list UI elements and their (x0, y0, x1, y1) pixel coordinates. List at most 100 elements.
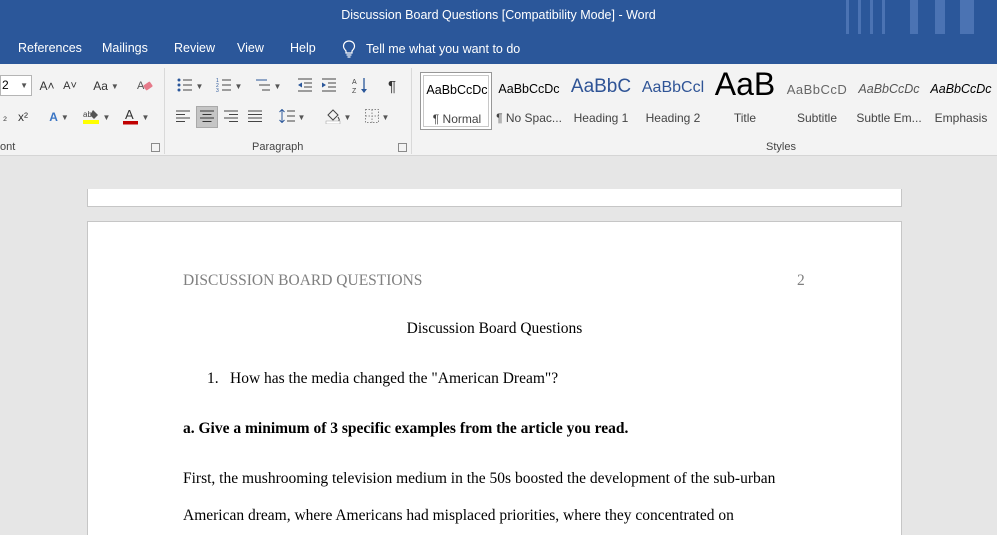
tell-me-label: Tell me what you want to do (366, 42, 521, 56)
line-spacing-button[interactable]: ▼ (276, 106, 308, 128)
paragraph-dialog-launcher[interactable] (398, 143, 407, 152)
style-name: Emphasis (934, 111, 988, 125)
grow-font-label: A˄ (39, 79, 55, 93)
justify-icon (248, 110, 262, 125)
tab-review[interactable]: Review (174, 41, 215, 55)
font-color-button[interactable]: A ▼ (118, 106, 152, 128)
borders-icon (364, 108, 379, 126)
superscript-button[interactable]: x² (14, 106, 32, 128)
chevron-down-icon: ▼ (297, 112, 306, 122)
justify-button[interactable] (244, 106, 266, 128)
chevron-down-icon: ▼ (343, 112, 352, 122)
eraser-icon: A (137, 77, 153, 96)
style-heading-2[interactable]: AaBbCcl Heading 2 (637, 72, 709, 130)
tab-mailings[interactable]: Mailings (102, 41, 148, 55)
style-subtle-emphasis[interactable]: AaBbCcDc Subtle Em... (853, 72, 925, 130)
svg-text:3: 3 (216, 88, 219, 92)
chevron-down-icon: ▼ (234, 81, 243, 91)
tab-references[interactable]: References (18, 41, 82, 55)
numbering-button[interactable]: 123 ▼ (212, 75, 246, 97)
font-size-value: 2 (2, 78, 9, 92)
style-sample: AaBbCcDc (498, 82, 560, 96)
svg-text:A: A (352, 79, 357, 86)
align-left-button[interactable] (172, 106, 194, 128)
change-case-button[interactable]: Aa ▼ (89, 75, 123, 97)
body-line: First, the mushrooming television medium… (183, 470, 776, 487)
pilcrow-icon: ¶ (387, 77, 397, 95)
clear-formatting-button[interactable]: A (134, 75, 156, 97)
chevron-down-icon: ▼ (273, 81, 282, 91)
tab-help[interactable]: Help (290, 41, 316, 55)
svg-text:A: A (125, 107, 134, 122)
chevron-down-icon: ▼ (141, 112, 150, 122)
bullet-list-icon (177, 78, 193, 95)
highlight-button[interactable]: ab ▼ (80, 106, 112, 128)
multilevel-list-button[interactable]: ▼ (251, 75, 285, 97)
body-line: American dream, where Americans had misp… (183, 507, 734, 524)
align-right-button[interactable] (220, 106, 242, 128)
group-divider (164, 68, 165, 154)
align-center-button[interactable] (196, 106, 218, 128)
tab-view[interactable]: View (237, 41, 264, 55)
style-name: Heading 2 (645, 111, 701, 125)
sort-button[interactable]: AZ (350, 75, 372, 97)
multilevel-list-icon (255, 78, 271, 95)
grow-font-button[interactable]: A˄ (38, 75, 56, 97)
show-formatting-button[interactable]: ¶ (382, 75, 402, 97)
increase-indent-icon (321, 78, 337, 95)
text-effects-button[interactable]: A ▼ (44, 106, 74, 128)
style-emphasis[interactable]: AaBbCcDc Emphasis (925, 72, 997, 130)
style-no-spacing[interactable]: AaBbCcDc ¶ No Spac... (493, 72, 565, 130)
style-name: Subtle Em... (856, 111, 922, 125)
ribbon: 2 ▼ A˄ A˅ Aa ▼ A ₂ x² A ▼ ab ▼ A ▼ ont ▼ 1… (0, 64, 997, 156)
ribbon-tabs: References Mailings Review View Help Tel… (0, 34, 997, 64)
shrink-font-button[interactable]: A˅ (61, 75, 79, 97)
shading-button[interactable]: ▼ (321, 106, 355, 128)
align-left-icon (176, 110, 190, 125)
text-effects-icon: A (49, 110, 58, 124)
borders-button[interactable]: ▼ (360, 106, 394, 128)
style-sample: AaB (714, 72, 776, 102)
chevron-down-icon: ▼ (110, 81, 119, 91)
shrink-font-label: A˅ (63, 80, 77, 92)
style-name: Title (733, 111, 757, 125)
styles-group-label: Styles (766, 141, 796, 153)
align-right-icon (224, 110, 238, 125)
style-heading-1[interactable]: AaBbC Heading 1 (565, 72, 637, 130)
document-title: Discussion Board Questions (406, 320, 583, 337)
style-name: ¶ Normal (432, 112, 482, 126)
bullets-button[interactable]: ▼ (173, 75, 207, 97)
list-number: 1. (207, 370, 219, 387)
change-case-label: Aa (93, 79, 108, 93)
style-sample: AaBbCcDc (930, 82, 992, 96)
previous-page-bottom (87, 189, 902, 207)
style-sample: AaBbCcD (786, 82, 848, 97)
style-name: ¶ No Spac... (496, 111, 562, 125)
title-decoration (910, 0, 918, 34)
chevron-down-icon[interactable]: ▼ (20, 76, 28, 95)
subscript-button[interactable]: ₂ (0, 106, 10, 128)
svg-text:Z: Z (352, 88, 357, 94)
line-spacing-icon (278, 108, 295, 126)
tell-me-box[interactable]: Tell me what you want to do (342, 40, 520, 58)
style-sample: AaBbCcDc (858, 82, 920, 96)
title-decoration (935, 0, 945, 34)
chevron-down-icon: ▼ (60, 112, 69, 122)
title-decoration (882, 0, 885, 34)
style-subtitle[interactable]: AaBbCcD Subtitle (781, 72, 853, 130)
decrease-indent-button[interactable] (294, 75, 316, 97)
font-dialog-launcher[interactable] (151, 143, 160, 152)
align-center-icon (200, 110, 214, 125)
running-head: DISCUSSION BOARD QUESTIONS (183, 272, 423, 289)
chevron-down-icon: ▼ (195, 81, 204, 91)
chevron-down-icon: ▼ (381, 112, 390, 122)
paragraph-group-label: Paragraph (252, 141, 304, 153)
document-canvas[interactable]: DISCUSSION BOARD QUESTIONS 2 Discussion … (0, 157, 997, 535)
document-page[interactable]: DISCUSSION BOARD QUESTIONS 2 Discussion … (87, 221, 902, 535)
font-size-field[interactable]: 2 ▼ (0, 75, 32, 96)
title-decoration (960, 0, 974, 34)
style-name: Heading 1 (573, 111, 629, 125)
increase-indent-button[interactable] (318, 75, 340, 97)
style-title[interactable]: AaB Title (709, 72, 781, 130)
style-normal[interactable]: AaBbCcDc ¶ Normal (420, 72, 492, 130)
